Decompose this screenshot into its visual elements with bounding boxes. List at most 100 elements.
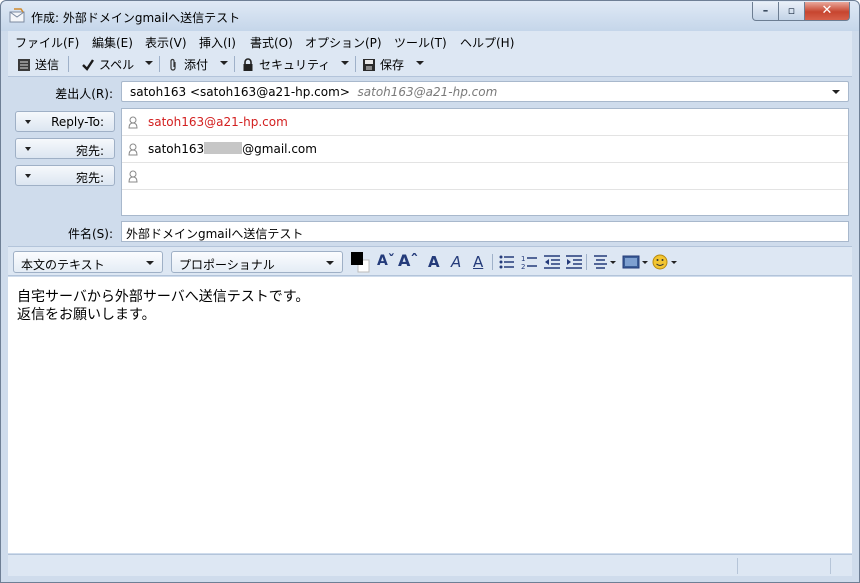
body-line: 自宅サーバから外部サーバへ送信テストです。 — [17, 289, 310, 305]
address-type-button-reply-to[interactable]: Reply-To: — [15, 111, 115, 132]
toolbar-separator — [586, 254, 587, 270]
italic-icon[interactable]: A — [451, 253, 461, 271]
chevron-down-icon — [25, 174, 31, 178]
insert-image-icon[interactable] — [622, 254, 648, 270]
window-title: 作成: 外部ドメインgmailへ送信テスト — [31, 11, 241, 25]
status-bar — [8, 554, 852, 576]
font-select[interactable]: プロポーショナル — [171, 251, 343, 273]
toolbar-separator — [492, 254, 493, 270]
spell-button[interactable]: スペル — [81, 56, 134, 73]
font-value: プロポーショナル — [179, 258, 275, 272]
from-dropdown-icon — [832, 90, 840, 94]
paragraph-style-value: 本文のテキスト — [21, 258, 105, 272]
toolbar-separator — [159, 56, 160, 72]
svg-text:2: 2 — [521, 263, 525, 270]
compose-app-icon — [9, 8, 25, 23]
maximize-button[interactable]: ▫ — [778, 2, 805, 21]
toolbar-separator — [68, 56, 69, 72]
chevron-down-icon — [146, 261, 154, 265]
menu-bar: ファイル(F) 編集(E) 表示(V) 挿入(I) 書式(O) オプション(P)… — [8, 31, 852, 52]
title-bar: 作成: 外部ドメインgmailへ送信テスト – ▫ ✕ — [1, 1, 859, 31]
address-type-label: 宛先: — [75, 171, 104, 185]
save-button[interactable]: 保存 — [362, 56, 404, 73]
save-label: 保存 — [380, 58, 405, 72]
paperclip-icon — [170, 58, 176, 71]
person-icon — [128, 143, 138, 156]
attach-label: 添付 — [184, 58, 209, 72]
bold-icon[interactable]: A — [428, 253, 440, 271]
address-type-label: Reply-To: — [51, 115, 104, 129]
main-toolbar: 送信 スペル 添付 セキュリティ 保存 — [8, 52, 852, 77]
close-button[interactable]: ✕ — [804, 2, 850, 21]
font-larger-icon[interactable]: Aˆ — [398, 251, 418, 270]
from-select[interactable]: satoh163 <satoh163@a21-hp.com> satoh163@… — [121, 81, 849, 102]
underline-icon[interactable]: A — [473, 253, 483, 271]
send-icon — [18, 58, 30, 71]
from-identity: satoh163 <satoh163@a21-hp.com> — [130, 85, 350, 99]
address-type-button-to-empty[interactable]: 宛先: — [15, 165, 115, 186]
minimize-button[interactable]: – — [752, 2, 779, 21]
status-cell — [830, 558, 831, 574]
from-hint: satoh163@a21-hp.com — [357, 85, 498, 99]
address-type-button-to[interactable]: 宛先: — [15, 138, 115, 159]
message-body-editor[interactable]: 自宅サーバから外部サーバへ送信テストです。 返信をお願いします。 — [8, 277, 852, 553]
close-icon: ✕ — [821, 3, 833, 18]
paragraph-style-select[interactable]: 本文のテキスト — [13, 251, 163, 273]
format-toolbar: 本文のテキスト プロポーショナル Aˇ Aˆ A A A 1 2 — [8, 246, 852, 276]
menu-insert[interactable]: 挿入(I) — [199, 34, 236, 51]
outdent-icon[interactable] — [544, 255, 560, 269]
maximize-icon: ▫ — [787, 4, 796, 17]
subject-label: 件名(S): — [67, 227, 113, 241]
to-address[interactable]: satoh163 @gmail.com — [148, 142, 317, 156]
menu-format[interactable]: 書式(O) — [250, 34, 293, 51]
chevron-down-icon — [25, 120, 31, 124]
attach-button[interactable]: 添付 — [166, 56, 208, 73]
attach-dropdown-icon[interactable] — [220, 61, 228, 65]
compose-window: 作成: 外部ドメインgmailへ送信テスト – ▫ ✕ ファイル(F) 編集(E… — [0, 0, 860, 583]
person-icon — [128, 170, 138, 183]
text-color-icon[interactable] — [350, 251, 370, 273]
save-dropdown-icon[interactable] — [416, 61, 424, 65]
subject-input[interactable]: 外部ドメインgmailへ送信テスト — [121, 221, 849, 242]
spell-dropdown-icon[interactable] — [145, 61, 153, 65]
security-dropdown-icon[interactable] — [341, 61, 349, 65]
toolbar-separator — [234, 56, 235, 72]
menu-options[interactable]: オプション(P) — [305, 34, 382, 51]
to-address-prefix: satoh163 — [148, 142, 205, 156]
send-button[interactable]: 送信 — [17, 56, 59, 73]
align-icon[interactable] — [594, 255, 616, 269]
lock-icon — [243, 57, 253, 71]
numbered-list-icon[interactable]: 1 2 — [521, 254, 538, 270]
toolbar-separator — [355, 56, 356, 72]
person-icon — [128, 116, 138, 129]
menu-tools[interactable]: ツール(T) — [394, 34, 447, 51]
minimize-icon: – — [762, 4, 769, 17]
chevron-down-icon — [326, 261, 334, 265]
address-type-label: 宛先: — [75, 144, 104, 158]
menu-view[interactable]: 表示(V) — [145, 34, 187, 51]
address-row[interactable]: satoh163 @gmail.com — [122, 136, 848, 163]
address-row-blank[interactable] — [122, 190, 848, 217]
bullet-list-icon[interactable] — [499, 255, 515, 269]
menu-edit[interactable]: 編集(E) — [92, 34, 133, 51]
to-address-suffix: @gmail.com — [242, 142, 317, 156]
svg-text:1: 1 — [521, 255, 525, 263]
address-list: satoh163@a21-hp.com satoh163 @gmail.com — [121, 108, 849, 216]
address-row[interactable] — [122, 163, 848, 190]
indent-icon[interactable] — [566, 255, 582, 269]
smiley-icon[interactable] — [652, 253, 678, 271]
security-button[interactable]: セキュリティ — [241, 56, 330, 73]
checkmark-icon — [82, 58, 94, 71]
menu-help[interactable]: ヘルプ(H) — [460, 34, 514, 51]
address-row[interactable]: satoh163@a21-hp.com — [122, 109, 848, 136]
font-smaller-icon[interactable]: Aˇ — [377, 253, 395, 271]
security-label: セキュリティ — [259, 58, 331, 72]
reply-to-address[interactable]: satoh163@a21-hp.com — [148, 115, 288, 129]
send-label: 送信 — [35, 58, 60, 72]
spell-label: スペル — [99, 58, 135, 72]
from-label: 差出人(R): — [55, 87, 113, 101]
from-value: satoh163 <satoh163@a21-hp.com> satoh163@… — [130, 85, 497, 99]
status-cell — [737, 558, 738, 574]
menu-file[interactable]: ファイル(F) — [15, 34, 79, 51]
floppy-disk-icon — [363, 58, 375, 71]
